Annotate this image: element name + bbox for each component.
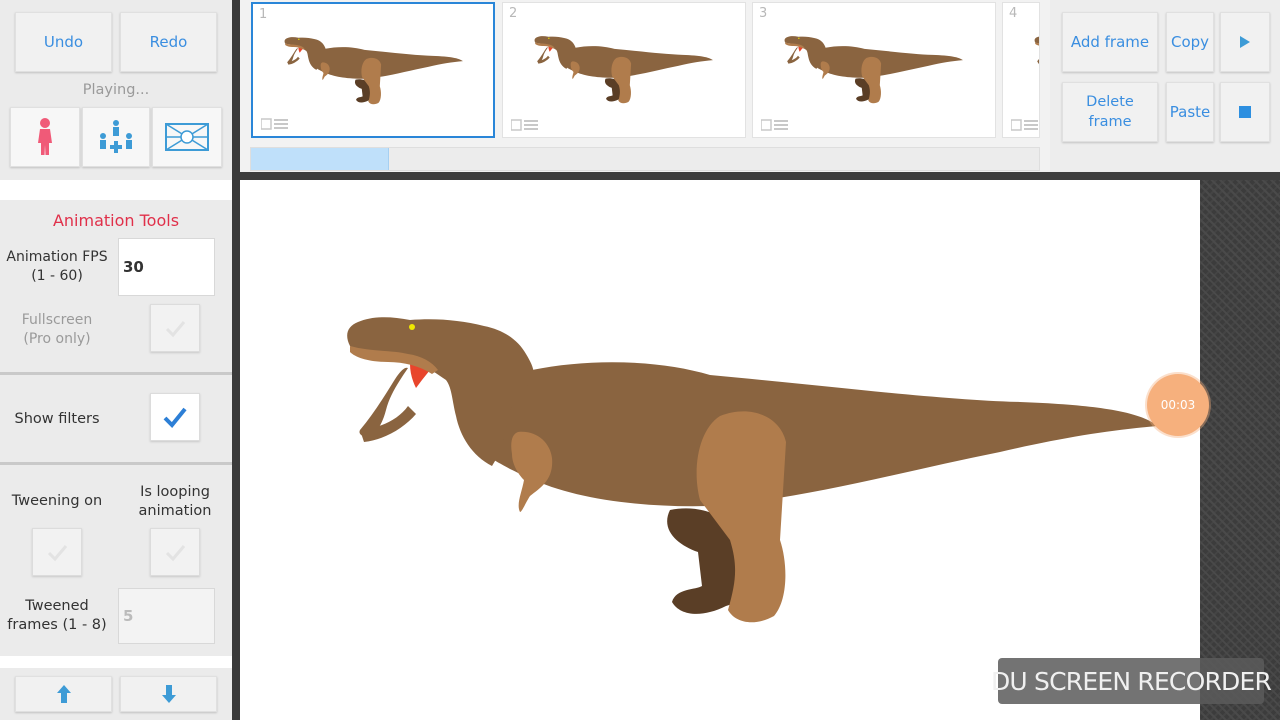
copy-button[interactable]: Copy [1166, 12, 1214, 72]
background-button[interactable] [152, 107, 222, 167]
frame-preview [784, 36, 963, 104]
frame-thumbnail-2[interactable]: 2 [502, 2, 746, 138]
checkmark-icon [165, 321, 186, 338]
frame-options-icon [261, 118, 288, 130]
show-filters-label: Show filters [14, 411, 100, 427]
frame-thumbnail-4[interactable]: 4 [1002, 2, 1040, 138]
redo-button[interactable]: Redo [120, 12, 217, 72]
frame-options-icon [511, 119, 538, 131]
recorder-watermark: DU SCREEN RECORDER [991, 658, 1272, 704]
tweening-label: Tweening on [11, 493, 103, 509]
frame-options-icon [1011, 119, 1038, 131]
checkmark-icon [163, 407, 187, 428]
move-up-button[interactable] [15, 676, 112, 712]
looping-checkbox[interactable] [150, 528, 200, 576]
animation-stage[interactable] [240, 180, 1200, 720]
playback-status: Playing... [82, 82, 150, 98]
frame-thumbnail-3[interactable]: 3 [752, 2, 996, 138]
checkmark-icon [47, 545, 68, 562]
group-figures-button[interactable] [82, 107, 150, 167]
show-filters-checkbox[interactable] [150, 393, 200, 441]
play-button[interactable] [1220, 12, 1270, 72]
frame-options-icon [761, 119, 788, 131]
frame-thumbnail-1[interactable]: 1 [251, 2, 495, 138]
sidebar-gap [0, 656, 232, 668]
frames-strip: 1 2 3 4 [240, 0, 1050, 172]
arrow-up-icon [56, 685, 71, 703]
background-icon [165, 123, 209, 151]
looping-label: Is looping animation [138, 484, 212, 519]
group-figures-icon [100, 120, 132, 153]
sidebar-divider [232, 0, 240, 720]
frame-preview [534, 36, 713, 104]
delete-frame-button[interactable]: Delete frame [1062, 82, 1158, 142]
paste-button[interactable]: Paste [1166, 82, 1214, 142]
frame-controls: Add frame Copy Delete frame Paste [1050, 0, 1280, 172]
stick-figure-button[interactable] [10, 107, 80, 167]
trex-figure[interactable] [240, 180, 1200, 720]
frame-preview [284, 37, 463, 105]
scrollbar-thumb[interactable] [251, 148, 389, 170]
frames-scrollbar[interactable] [250, 147, 1040, 171]
divider [0, 372, 232, 375]
tweened-frames-label: Tweened frames (1 - 8) [7, 598, 107, 633]
checkmark-icon [165, 545, 186, 562]
left-sidebar: Undo Redo Playing... Animation Tools Ani… [0, 0, 232, 720]
animation-tools-title: Animation Tools [52, 211, 180, 230]
sidebar-gap [0, 180, 232, 200]
undo-button[interactable]: Undo [15, 12, 112, 72]
move-down-button[interactable] [120, 676, 217, 712]
stop-button[interactable] [1220, 82, 1270, 142]
stop-icon [1239, 106, 1251, 118]
arrow-down-icon [161, 685, 176, 703]
header-separator [240, 172, 1280, 180]
play-icon [1240, 36, 1250, 48]
divider [0, 462, 232, 465]
fullscreen-label: Fullscreen (Pro only) [21, 312, 93, 347]
recording-timer[interactable]: 00:03 [1147, 374, 1209, 436]
fps-input[interactable]: 30 [118, 238, 215, 296]
tweening-checkbox[interactable] [32, 528, 82, 576]
add-frame-button[interactable]: Add frame [1062, 12, 1158, 72]
stick-figure-icon [38, 118, 52, 155]
fullscreen-checkbox[interactable] [150, 304, 200, 352]
tweened-frames-input[interactable]: 5 [118, 588, 215, 644]
fps-label: Animation FPS (1 - 60) [6, 249, 108, 284]
